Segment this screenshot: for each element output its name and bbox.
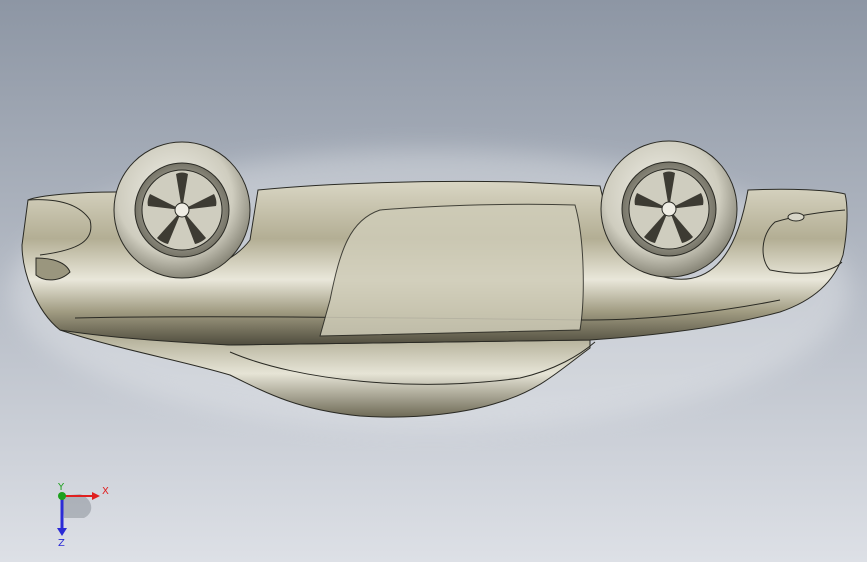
car-door-panel: [319, 203, 584, 337]
car-front-light: [787, 212, 805, 222]
triad-y-label: Y: [57, 482, 65, 493]
triad-x-arrowhead: [92, 492, 100, 500]
triad-z-label: Z: [58, 538, 65, 548]
triad-shadow: [62, 494, 92, 518]
wheel-front-hub: [661, 201, 677, 217]
triad-y-axis: [58, 492, 66, 500]
reference-triad[interactable]: X Y Z: [40, 478, 130, 548]
graphics-viewport[interactable]: X Y Z: [0, 0, 867, 562]
wheel-rear[interactable]: [113, 141, 251, 279]
triad-z-arrowhead: [57, 528, 67, 536]
model-scene[interactable]: [0, 0, 867, 562]
wheel-rear-hub: [174, 202, 190, 218]
wheel-front[interactable]: [600, 140, 738, 278]
triad-x-label: X: [102, 486, 109, 497]
